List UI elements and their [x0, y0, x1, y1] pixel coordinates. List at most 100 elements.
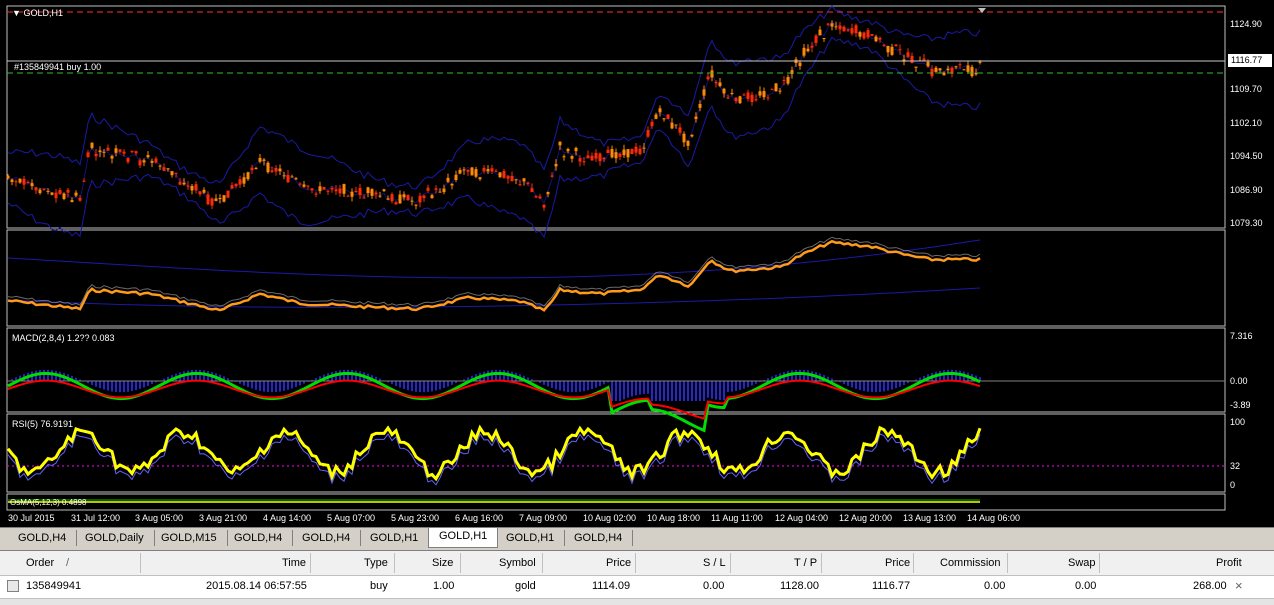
candle-body	[106, 147, 110, 151]
time-tick: 11 Aug 11:00	[711, 513, 763, 523]
candle-body	[682, 133, 686, 143]
rsi-label: RSI(5) 76.9191	[12, 419, 74, 429]
candle-body	[978, 61, 982, 63]
col-header-commission[interactable]: Commission	[940, 553, 1001, 573]
candle-body	[662, 118, 666, 120]
chart-tab[interactable]: GOLD,H4	[292, 530, 362, 546]
candle-body	[454, 174, 458, 180]
price-tick: 1124.90	[1230, 19, 1262, 29]
candle-body	[290, 176, 294, 178]
candle-body	[382, 189, 386, 192]
candle-body	[446, 177, 450, 182]
sort-indicator[interactable]: /	[66, 553, 69, 573]
candle-body	[230, 185, 234, 189]
chart-canvas[interactable]	[0, 0, 1274, 527]
chart-tab[interactable]: GOLD,H4	[224, 530, 294, 546]
chart-tab[interactable]: GOLD,H4	[8, 530, 78, 546]
chart-tab[interactable]: GOLD,H1	[360, 530, 430, 546]
candle-body	[486, 169, 490, 172]
candle-body	[346, 195, 350, 197]
candle-body	[754, 99, 758, 101]
candle-body	[618, 153, 622, 157]
candle-body	[462, 169, 466, 171]
candle-body	[762, 91, 766, 98]
candle-body	[722, 88, 726, 94]
chart-tab[interactable]: GOLD,M15	[151, 530, 228, 546]
candle-body	[726, 97, 730, 99]
candle-body	[54, 192, 58, 199]
candle-body	[170, 171, 174, 176]
candle-body	[522, 178, 526, 182]
candle-body	[194, 184, 198, 191]
chart-tab[interactable]: GOLD,H4	[564, 530, 634, 546]
symbol-text: GOLD,H1	[23, 8, 63, 18]
candle-body	[430, 195, 434, 199]
candle-body	[846, 29, 850, 31]
col-header-price[interactable]: Price	[606, 553, 631, 573]
trade-row[interactable]: 135849941 2015.08.14 06:57:55 buy 1.00 g…	[0, 576, 1274, 596]
col-header-type[interactable]: Type	[364, 553, 388, 573]
chart-area[interactable]: ▼ GOLD,H1 #135849941 buy 1.00 1124.90 11…	[0, 0, 1274, 527]
chart-tab[interactable]: GOLD,Daily	[75, 530, 155, 546]
terminal-scrollbar[interactable]	[0, 598, 1274, 605]
price-tick: 1086.90	[1230, 185, 1263, 195]
candle-body	[718, 82, 722, 87]
candle-body	[534, 196, 538, 198]
candle-body	[910, 55, 914, 63]
col-header-time[interactable]: Time	[282, 553, 306, 573]
candle-body	[314, 193, 318, 195]
chart-tab[interactable]: GOLD,H1	[496, 530, 566, 546]
candle-body	[318, 186, 322, 192]
time-tick: 13 Aug 13:00	[903, 513, 957, 523]
close-order-icon[interactable]: ×	[1235, 578, 1243, 593]
col-header-sl[interactable]: S / L	[703, 553, 726, 573]
col-header-current-price[interactable]: Price	[885, 553, 910, 573]
candle-body	[310, 188, 314, 191]
candle-body	[422, 195, 426, 199]
col-header-order[interactable]: Order	[26, 553, 54, 573]
candle-body	[638, 148, 642, 155]
candle-body	[862, 32, 866, 39]
panel2-upper-band	[7, 239, 981, 279]
candle-body	[222, 195, 226, 202]
chart-symbol-label: ▼ GOLD,H1	[12, 8, 63, 19]
candle-body	[714, 81, 718, 84]
candle-body	[898, 49, 902, 51]
candle-body	[630, 148, 634, 155]
col-header-size[interactable]: Size	[432, 553, 453, 573]
chart-tab-active[interactable]: GOLD,H1	[428, 528, 499, 548]
candle-body	[246, 172, 250, 180]
candle-body	[666, 114, 670, 119]
candle-body	[98, 150, 102, 153]
candle-body	[670, 122, 674, 129]
candle-body	[830, 23, 834, 27]
candle-body	[850, 28, 854, 34]
candle-body	[130, 151, 134, 153]
col-header-tp[interactable]: T / P	[794, 553, 817, 573]
candle-body	[938, 68, 942, 71]
osma-label: OsMA(5,12,3) 0.4898	[10, 498, 87, 507]
candle-body	[466, 169, 470, 172]
time-tick: 10 Aug 18:00	[647, 513, 701, 523]
candle-body	[14, 181, 18, 183]
candle-body	[822, 38, 826, 40]
candle-body	[926, 61, 930, 67]
candle-body	[102, 151, 106, 153]
cell-symbol: gold	[515, 580, 536, 592]
candle-body	[146, 155, 150, 158]
candle-body	[962, 69, 966, 71]
candle-body	[658, 108, 662, 113]
time-tick: 12 Aug 20:00	[839, 513, 893, 523]
col-header-swap[interactable]: Swap	[1068, 553, 1096, 573]
col-header-symbol[interactable]: Symbol	[499, 553, 536, 573]
cell-commission: 0.00	[984, 580, 1006, 592]
cell-swap: 0.00	[1075, 580, 1097, 592]
collapse-triangle-icon[interactable]: ▼	[12, 8, 21, 18]
candle-body	[298, 183, 302, 185]
col-header-profit[interactable]: Profit	[1216, 553, 1242, 573]
candle-body	[810, 45, 814, 48]
candle-body	[934, 67, 938, 72]
candle-body	[178, 181, 182, 185]
candle-body	[778, 90, 782, 92]
candle-body	[326, 190, 330, 192]
